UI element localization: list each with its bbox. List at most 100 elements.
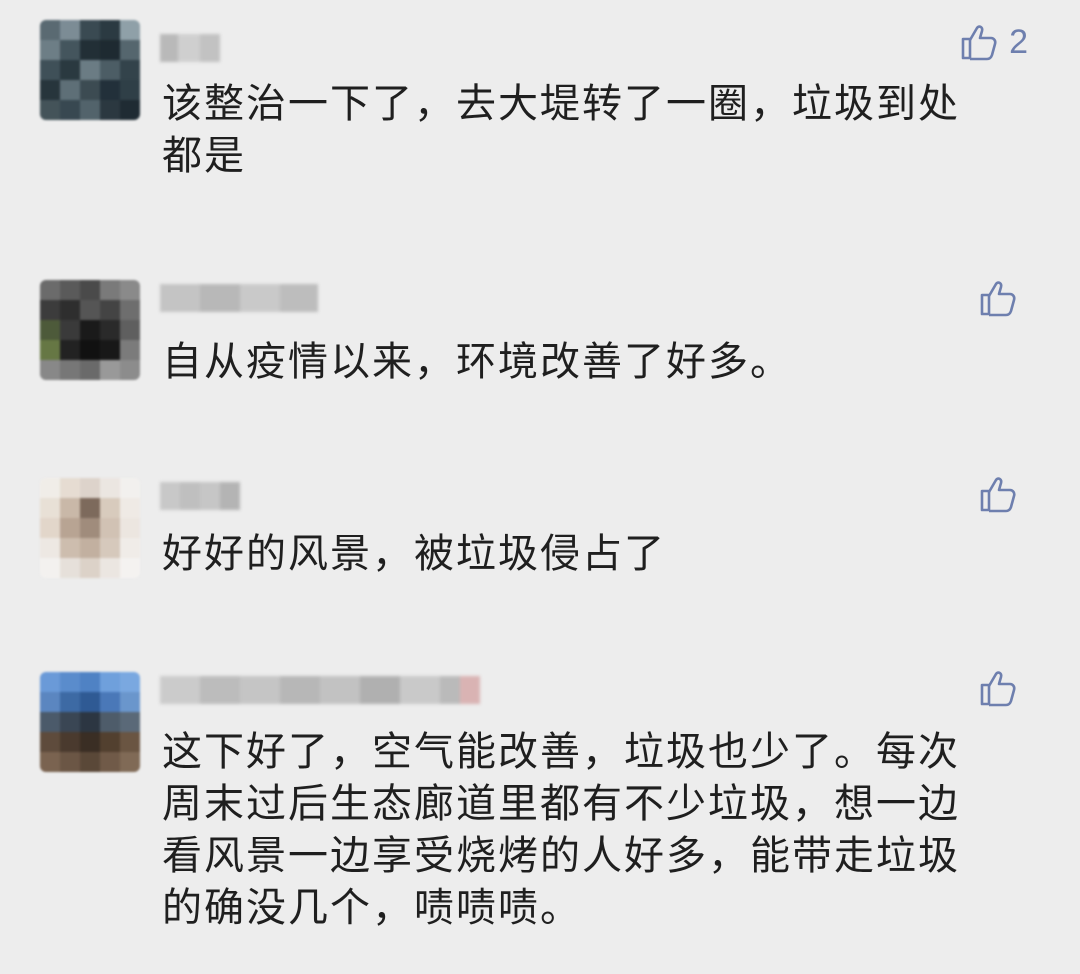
- avatar-pixel: [80, 712, 100, 732]
- thumbs-up-icon: [980, 477, 1016, 513]
- avatar-pixel: [80, 340, 100, 360]
- avatar-pixel: [40, 340, 60, 360]
- avatar-pixel: [40, 498, 60, 518]
- avatar-pixel: [60, 300, 80, 320]
- avatar-pixel: [60, 100, 80, 120]
- avatar-pixel: [120, 300, 140, 320]
- avatar-pixel: [80, 498, 100, 518]
- avatar-pixel: [60, 60, 80, 80]
- comment-text: 该整治一下了，去大堤转了一圈，垃圾到处 都是: [162, 81, 960, 179]
- avatar-pixel: [120, 558, 140, 578]
- avatar-pixel: [120, 100, 140, 120]
- like-button[interactable]: [978, 668, 1028, 708]
- avatar-pixel: [60, 40, 80, 60]
- avatar-pixel: [80, 280, 100, 300]
- avatar[interactable]: [40, 280, 140, 380]
- avatar-pixel: [40, 672, 60, 692]
- avatar-pixel: [120, 752, 140, 772]
- avatar-pixel: [60, 692, 80, 712]
- avatar-pixel: [80, 518, 100, 538]
- avatar-pixel: [80, 478, 100, 498]
- avatar-pixel: [40, 300, 60, 320]
- like-button[interactable]: 2: [959, 22, 1028, 62]
- avatar-pixel: [60, 340, 80, 360]
- avatar-pixel: [60, 20, 80, 40]
- avatar-pixel: [120, 672, 140, 692]
- avatar-pixel: [120, 538, 140, 558]
- comment-text: 自从疫情以来，环境改善了好多。: [162, 339, 792, 385]
- avatar-pixel: [40, 752, 60, 772]
- like-button[interactable]: [978, 474, 1028, 514]
- avatar-pixel: [40, 320, 60, 340]
- thumbs-up-icon: [980, 281, 1016, 317]
- avatar-pixel: [40, 712, 60, 732]
- avatar-pixel: [80, 80, 100, 100]
- avatar-pixel: [120, 712, 140, 732]
- avatar-pixel: [100, 518, 120, 538]
- avatar-pixel: [40, 538, 60, 558]
- thumbs-up-icon: [961, 25, 997, 61]
- avatar-pixel: [40, 40, 60, 60]
- avatar-pixel: [120, 692, 140, 712]
- avatar-pixel: [100, 40, 120, 60]
- avatar-pixel: [80, 692, 100, 712]
- avatar-pixel: [40, 360, 60, 380]
- avatar-pixel: [100, 20, 120, 40]
- avatar-pixel: [60, 320, 80, 340]
- avatar-pixel: [60, 360, 80, 380]
- avatar-pixel: [100, 712, 120, 732]
- avatar[interactable]: [40, 672, 140, 772]
- avatar-pixel: [120, 80, 140, 100]
- avatar-pixel: [40, 478, 60, 498]
- avatar-pixel: [120, 340, 140, 360]
- avatar-pixel: [100, 320, 120, 340]
- avatar-pixel: [80, 40, 100, 60]
- avatar-pixel: [40, 692, 60, 712]
- avatar-pixel: [80, 752, 100, 772]
- avatar-pixel: [100, 692, 120, 712]
- thumbs-up-icon: [980, 671, 1016, 707]
- avatar-pixel: [80, 320, 100, 340]
- avatar-pixel: [120, 498, 140, 518]
- avatar-pixel: [120, 478, 140, 498]
- avatar-pixel: [80, 360, 100, 380]
- avatar-pixel: [60, 752, 80, 772]
- avatar-pixel: [60, 538, 80, 558]
- avatar-pixel: [100, 100, 120, 120]
- avatar-pixel: [80, 20, 100, 40]
- like-button[interactable]: [978, 278, 1028, 318]
- avatar-pixel: [40, 60, 60, 80]
- avatar-pixel: [120, 280, 140, 300]
- username[interactable]: [160, 676, 480, 704]
- avatar-pixel: [100, 498, 120, 518]
- avatar-pixel: [100, 300, 120, 320]
- comment-text: 这下好了，空气能改善，垃圾也少了。每次 周末过后生态廊道里都有不少垃圾，想一边 …: [162, 729, 960, 931]
- avatar[interactable]: [40, 478, 140, 578]
- avatar-pixel: [100, 360, 120, 380]
- avatar-pixel: [80, 60, 100, 80]
- avatar[interactable]: [40, 20, 140, 120]
- avatar-pixel: [120, 360, 140, 380]
- avatar-pixel: [60, 672, 80, 692]
- avatar-pixel: [60, 712, 80, 732]
- avatar-pixel: [120, 732, 140, 752]
- avatar-pixel: [40, 518, 60, 538]
- avatar-pixel: [100, 478, 120, 498]
- avatar-pixel: [100, 558, 120, 578]
- avatar-pixel: [80, 538, 100, 558]
- username[interactable]: [160, 34, 220, 62]
- avatar-pixel: [120, 518, 140, 538]
- avatar-pixel: [80, 732, 100, 752]
- like-count: 2: [1009, 22, 1028, 61]
- username[interactable]: [160, 284, 318, 312]
- avatar-pixel: [80, 100, 100, 120]
- username[interactable]: [160, 482, 240, 510]
- avatar-pixel: [80, 558, 100, 578]
- avatar-pixel: [80, 300, 100, 320]
- avatar-pixel: [40, 20, 60, 40]
- avatar-pixel: [60, 558, 80, 578]
- avatar-pixel: [40, 558, 60, 578]
- avatar-pixel: [40, 80, 60, 100]
- avatar-pixel: [100, 340, 120, 360]
- avatar-pixel: [100, 732, 120, 752]
